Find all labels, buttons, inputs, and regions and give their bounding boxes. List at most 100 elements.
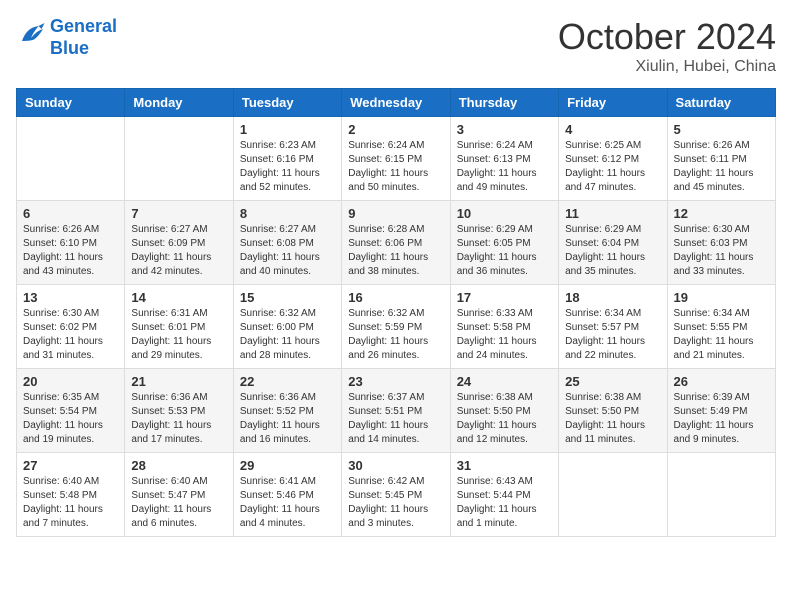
day-info: Sunrise: 6:30 AMSunset: 6:03 PMDaylight:…	[674, 223, 769, 279]
day-number: 29	[240, 458, 335, 473]
day-info: Sunrise: 6:40 AMSunset: 5:47 PMDaylight:…	[131, 475, 226, 531]
calendar-cell: 11Sunrise: 6:29 AMSunset: 6:04 PMDayligh…	[559, 201, 667, 285]
calendar-week-4: 20Sunrise: 6:35 AMSunset: 5:54 PMDayligh…	[17, 369, 776, 453]
calendar-cell: 23 Sunrise: 6:37 AMSunset: 5:51 PMDayligh…	[342, 369, 450, 453]
day-info: Sunrise: 6:36 AMSunset: 5:53 PMDaylight:…	[131, 391, 226, 447]
calendar-cell: 16Sunrise: 6:32 AMSunset: 5:59 PMDayligh…	[342, 285, 450, 369]
day-header-monday: Monday	[125, 89, 233, 117]
calendar-cell: 21Sunrise: 6:36 AMSunset: 5:53 PMDayligh…	[125, 369, 233, 453]
day-number: 27	[23, 458, 118, 473]
day-number: 24	[457, 374, 552, 389]
day-info: Sunrise: 6:39 AMSunset: 5:49 PMDaylight:…	[674, 391, 769, 447]
calendar-header-row: SundayMondayTuesdayWednesdayThursdayFrid…	[17, 89, 776, 117]
calendar-cell: 12 Sunrise: 6:30 AMSunset: 6:03 PMDayligh…	[667, 201, 775, 285]
day-number: 4	[565, 122, 660, 137]
day-header-saturday: Saturday	[667, 89, 775, 117]
day-number: 26	[674, 374, 769, 389]
day-info: Sunrise: 6:24 AMSunset: 6:15 PMDaylight:…	[348, 139, 443, 195]
calendar-cell: 26 Sunrise: 6:39 AMSunset: 5:49 PMDayligh…	[667, 369, 775, 453]
calendar-cell: 31Sunrise: 6:43 AMSunset: 5:44 PMDayligh…	[450, 453, 558, 537]
calendar-week-1: 1 Sunrise: 6:23 AMSunset: 6:16 PMDaylight…	[17, 117, 776, 201]
calendar-cell: 27 Sunrise: 6:40 AMSunset: 5:48 PMDayligh…	[17, 453, 125, 537]
day-info: Sunrise: 6:29 AMSunset: 6:05 PMDaylight:…	[457, 223, 552, 279]
day-info: Sunrise: 6:27 AMSunset: 6:09 PMDaylight:…	[131, 223, 226, 279]
day-info: Sunrise: 6:40 AMSunset: 5:48 PMDaylight:…	[23, 475, 118, 531]
calendar-cell: 30 Sunrise: 6:42 AMSunset: 5:45 PMDayligh…	[342, 453, 450, 537]
day-header-thursday: Thursday	[450, 89, 558, 117]
day-number: 22	[240, 374, 335, 389]
day-number: 19	[674, 290, 769, 305]
day-info: Sunrise: 6:33 AMSunset: 5:58 PMDaylight:…	[457, 307, 552, 363]
day-info: Sunrise: 6:31 AMSunset: 6:01 PMDaylight:…	[131, 307, 226, 363]
day-header-friday: Friday	[559, 89, 667, 117]
day-number: 17	[457, 290, 552, 305]
calendar-week-3: 13Sunrise: 6:30 AMSunset: 6:02 PMDayligh…	[17, 285, 776, 369]
day-header-wednesday: Wednesday	[342, 89, 450, 117]
day-info: Sunrise: 6:43 AMSunset: 5:44 PMDaylight:…	[457, 475, 552, 531]
calendar-cell: 15 Sunrise: 6:32 AMSunset: 6:00 PMDayligh…	[233, 285, 341, 369]
day-number: 2	[348, 122, 443, 137]
day-info: Sunrise: 6:23 AMSunset: 6:16 PMDaylight:…	[240, 139, 335, 195]
calendar-cell: 13Sunrise: 6:30 AMSunset: 6:02 PMDayligh…	[17, 285, 125, 369]
day-info: Sunrise: 6:38 AMSunset: 5:50 PMDaylight:…	[565, 391, 660, 447]
calendar-cell: 3 Sunrise: 6:24 AMSunset: 6:13 PMDaylight…	[450, 117, 558, 201]
day-number: 25	[565, 374, 660, 389]
day-info: Sunrise: 6:25 AMSunset: 6:12 PMDaylight:…	[565, 139, 660, 195]
calendar-cell	[125, 117, 233, 201]
day-info: Sunrise: 6:36 AMSunset: 5:52 PMDaylight:…	[240, 391, 335, 447]
day-info: Sunrise: 6:34 AMSunset: 5:57 PMDaylight:…	[565, 307, 660, 363]
calendar-cell	[17, 117, 125, 201]
calendar-cell: 5Sunrise: 6:26 AMSunset: 6:11 PMDaylight…	[667, 117, 775, 201]
calendar-cell: 28Sunrise: 6:40 AMSunset: 5:47 PMDayligh…	[125, 453, 233, 537]
day-number: 9	[348, 206, 443, 221]
day-number: 12	[674, 206, 769, 221]
calendar-cell: 8Sunrise: 6:27 AMSunset: 6:08 PMDaylight…	[233, 201, 341, 285]
calendar-cell: 2 Sunrise: 6:24 AMSunset: 6:15 PMDaylight…	[342, 117, 450, 201]
day-number: 13	[23, 290, 118, 305]
day-number: 23	[348, 374, 443, 389]
calendar-week-5: 27 Sunrise: 6:40 AMSunset: 5:48 PMDayligh…	[17, 453, 776, 537]
day-info: Sunrise: 6:32 AMSunset: 6:00 PMDaylight:…	[240, 307, 335, 363]
day-info: Sunrise: 6:27 AMSunset: 6:08 PMDaylight:…	[240, 223, 335, 279]
day-info: Sunrise: 6:26 AMSunset: 6:10 PMDaylight:…	[23, 223, 118, 279]
calendar-cell: 29 Sunrise: 6:41 AMSunset: 5:46 PMDayligh…	[233, 453, 341, 537]
day-number: 14	[131, 290, 226, 305]
day-number: 20	[23, 374, 118, 389]
day-info: Sunrise: 6:38 AMSunset: 5:50 PMDaylight:…	[457, 391, 552, 447]
day-info: Sunrise: 6:24 AMSunset: 6:13 PMDaylight:…	[457, 139, 552, 195]
day-header-tuesday: Tuesday	[233, 89, 341, 117]
calendar-cell: 22 Sunrise: 6:36 AMSunset: 5:52 PMDayligh…	[233, 369, 341, 453]
calendar-cell: 9Sunrise: 6:28 AMSunset: 6:06 PMDaylight…	[342, 201, 450, 285]
day-info: Sunrise: 6:42 AMSunset: 5:45 PMDaylight:…	[348, 475, 443, 531]
day-info: Sunrise: 6:41 AMSunset: 5:46 PMDaylight:…	[240, 475, 335, 531]
day-number: 18	[565, 290, 660, 305]
calendar-cell: 7Sunrise: 6:27 AMSunset: 6:09 PMDaylight…	[125, 201, 233, 285]
month-title: October 2024	[558, 16, 776, 58]
title-block: October 2024 Xiulin, Hubei, China	[558, 16, 776, 76]
day-number: 11	[565, 206, 660, 221]
calendar-cell: 19Sunrise: 6:34 AMSunset: 5:55 PMDayligh…	[667, 285, 775, 369]
calendar-cell: 20Sunrise: 6:35 AMSunset: 5:54 PMDayligh…	[17, 369, 125, 453]
day-header-sunday: Sunday	[17, 89, 125, 117]
calendar-cell: 10Sunrise: 6:29 AMSunset: 6:05 PMDayligh…	[450, 201, 558, 285]
calendar-cell: 4 Sunrise: 6:25 AMSunset: 6:12 PMDaylight…	[559, 117, 667, 201]
day-info: Sunrise: 6:37 AMSunset: 5:51 PMDaylight:…	[348, 391, 443, 447]
day-info: Sunrise: 6:26 AMSunset: 6:11 PMDaylight:…	[674, 139, 769, 195]
calendar-cell: 17 Sunrise: 6:33 AMSunset: 5:58 PMDayligh…	[450, 285, 558, 369]
calendar-cell	[559, 453, 667, 537]
day-number: 30	[348, 458, 443, 473]
day-number: 6	[23, 206, 118, 221]
logo-icon	[16, 20, 46, 55]
calendar-table: SundayMondayTuesdayWednesdayThursdayFrid…	[16, 88, 776, 537]
day-number: 1	[240, 122, 335, 137]
calendar-cell: 25 Sunrise: 6:38 AMSunset: 5:50 PMDayligh…	[559, 369, 667, 453]
logo: General Blue	[16, 16, 117, 59]
logo-text: General Blue	[50, 16, 117, 59]
calendar-cell: 18 Sunrise: 6:34 AMSunset: 5:57 PMDayligh…	[559, 285, 667, 369]
page-header: General Blue October 2024 Xiulin, Hubei,…	[16, 16, 776, 76]
calendar-cell: 14 Sunrise: 6:31 AMSunset: 6:01 PMDayligh…	[125, 285, 233, 369]
day-number: 3	[457, 122, 552, 137]
calendar-week-2: 6 Sunrise: 6:26 AMSunset: 6:10 PMDaylight…	[17, 201, 776, 285]
day-number: 15	[240, 290, 335, 305]
location-title: Xiulin, Hubei, China	[558, 58, 776, 76]
